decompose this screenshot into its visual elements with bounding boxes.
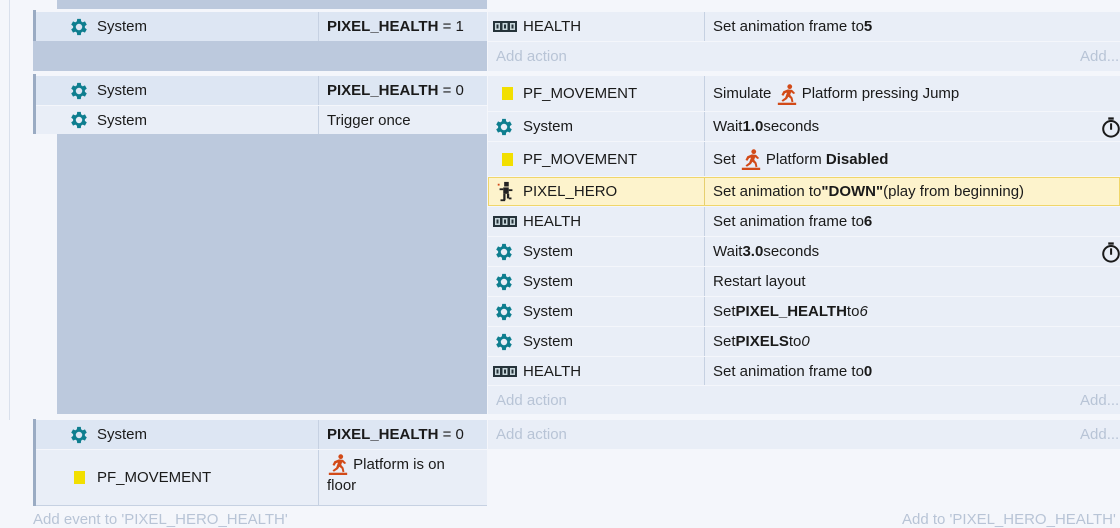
- add-more-link[interactable]: Add...: [1080, 42, 1119, 71]
- action-object: HEALTH: [523, 18, 582, 35]
- action-row[interactable]: System Wait 1.0 seconds: [488, 112, 1120, 141]
- add-action-row[interactable]: Add action Add...: [488, 386, 1120, 414]
- action-object: System: [523, 243, 574, 260]
- action-text: Set PIXEL_HEALTH to 6: [713, 303, 868, 320]
- condition-object: System: [97, 82, 148, 99]
- pf-square-icon: [502, 142, 513, 176]
- condition-object: System: [97, 426, 148, 443]
- add-to-link[interactable]: Add to 'PIXEL_HERO_HEALTH': [902, 511, 1116, 528]
- action-row[interactable]: System Set PIXELS to 0: [488, 327, 1120, 356]
- condition-var: PIXEL_HEALTH: [327, 18, 439, 35]
- action-object: HEALTH: [523, 213, 582, 230]
- action-row[interactable]: System Restart layout: [488, 267, 1120, 296]
- condition-object: System: [97, 18, 148, 35]
- action-text: Set animation frame to 0: [713, 362, 873, 380]
- condition-object: PF_MOVEMENT: [97, 469, 212, 486]
- action-object: System: [523, 333, 574, 350]
- action-text: Set animation to "DOWN" (play from begin…: [713, 183, 1025, 200]
- action-text: Set animation frame to 5: [713, 18, 873, 35]
- gear-icon: [68, 106, 90, 134]
- add-action-row[interactable]: Add action Add...: [488, 42, 1120, 71]
- gear-icon: [68, 76, 90, 105]
- event-1-left-top-strip: [57, 0, 487, 9]
- action-text: Wait 1.0 seconds: [713, 118, 820, 135]
- action-object: HEALTH: [523, 362, 582, 380]
- gear-icon: [493, 267, 515, 296]
- action-object: PF_MOVEMENT: [523, 85, 638, 102]
- pf-square-icon: [502, 76, 513, 111]
- action-row[interactable]: PF_MOVEMENT Simulate Platform pressing J…: [488, 76, 1120, 111]
- health-icon: [493, 207, 517, 236]
- platform-icon: [740, 148, 762, 170]
- action-object: System: [523, 273, 574, 290]
- pf-square-icon: [74, 450, 85, 505]
- gear-icon: [493, 112, 515, 141]
- add-more-link[interactable]: Add...: [1080, 420, 1119, 449]
- action-row[interactable]: HEALTH Set animation frame to 6: [488, 207, 1120, 236]
- action-row[interactable]: System Set PIXEL_HEALTH to 6: [488, 297, 1120, 326]
- timer-icon: [1100, 237, 1120, 266]
- add-action-link[interactable]: Add action: [496, 420, 567, 449]
- timer-icon: [1100, 112, 1120, 141]
- condition-row[interactable]: System PIXEL_HEALTH = 0: [36, 76, 487, 105]
- action-object: PIXEL_HERO: [523, 183, 618, 200]
- action-row[interactable]: HEALTH Set animation frame to 5: [488, 12, 1120, 41]
- gear-icon: [493, 327, 515, 356]
- action-row[interactable]: System Wait 3.0 seconds: [488, 237, 1120, 266]
- action-text: Set PIXELS to 0: [713, 333, 810, 350]
- action-object: PF_MOVEMENT: [523, 150, 638, 168]
- gear-icon: [68, 12, 90, 41]
- platform-icon: [327, 453, 349, 475]
- action-text: Wait 3.0 seconds: [713, 243, 820, 260]
- condition-row[interactable]: System Trigger once: [36, 106, 487, 134]
- action-object: System: [523, 118, 574, 135]
- action-text: Restart layout: [713, 273, 806, 290]
- add-action-row[interactable]: Add action Add...: [488, 420, 1120, 449]
- gutter-line: [9, 0, 10, 420]
- action-row[interactable]: HEALTH Set animation frame to 0: [488, 357, 1120, 385]
- health-icon: [493, 12, 517, 41]
- add-event-link[interactable]: Add event to 'PIXEL_HERO_HEALTH': [33, 511, 288, 528]
- platform-icon: [776, 83, 798, 105]
- gear-icon: [493, 297, 515, 326]
- action-row[interactable]: PF_MOVEMENT Set Platform Disabled: [488, 142, 1120, 176]
- divider: [704, 12, 705, 41]
- gear-icon: [68, 420, 90, 449]
- add-action-link[interactable]: Add action: [496, 42, 567, 71]
- action-object: System: [523, 303, 574, 320]
- add-action-link[interactable]: Add action: [496, 386, 567, 414]
- action-text: Set Platform Disabled: [713, 142, 888, 176]
- condition-text: PIXEL_HEALTH = 0: [327, 426, 464, 443]
- condition-text: PIXEL_HEALTH = 0: [327, 82, 464, 99]
- hero-icon: [495, 178, 517, 205]
- condition-row[interactable]: System PIXEL_HEALTH = 0: [36, 420, 487, 449]
- event-1-left-fill: [33, 40, 487, 71]
- condition-op: = 1: [442, 18, 464, 35]
- add-more-link[interactable]: Add...: [1080, 386, 1119, 414]
- gear-icon: [493, 237, 515, 266]
- divider: [318, 12, 319, 41]
- condition-row[interactable]: System PIXEL_HEALTH = 1: [36, 12, 487, 41]
- condition-row[interactable]: PF_MOVEMENT Platform is on floor: [36, 450, 487, 506]
- condition-text: Platform is on floor: [327, 453, 487, 496]
- condition-text: PIXEL_HEALTH = 1: [327, 12, 464, 41]
- action-text: Simulate Platform pressing Jump: [713, 76, 959, 111]
- condition-object: System: [97, 111, 148, 129]
- condition-text: Trigger once: [327, 111, 411, 129]
- action-row-selected[interactable]: PIXEL_HERO Set animation to "DOWN" (play…: [488, 177, 1120, 206]
- event-2-left-fill: [57, 134, 487, 414]
- action-text: Set animation frame to 6: [713, 213, 873, 230]
- health-icon: [493, 357, 517, 385]
